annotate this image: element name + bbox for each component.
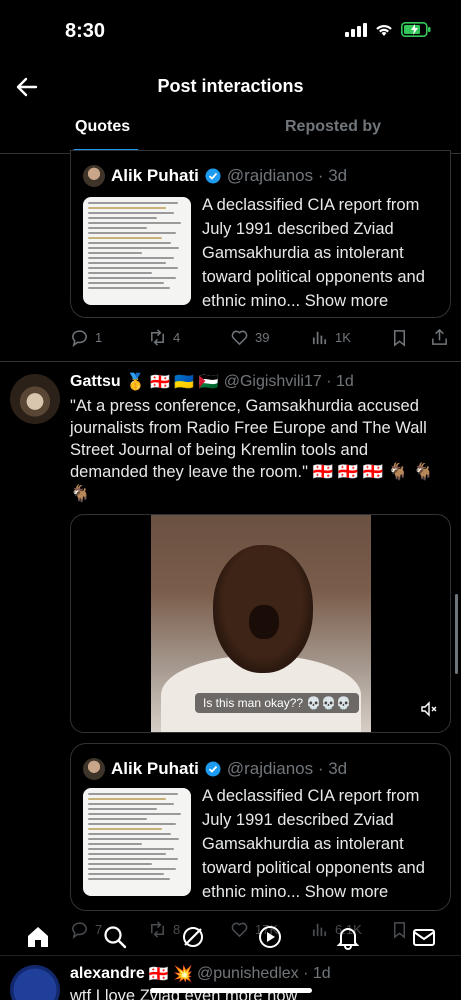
home-icon[interactable] [25,924,51,950]
quoted-post-card[interactable]: Alik Puhati @rajdianos · 3d A declassifi… [70,150,451,318]
media-play-icon[interactable] [257,924,283,950]
verified-badge-icon [205,168,221,184]
bookmark-button[interactable] [390,328,409,347]
share-icon [432,328,447,345]
author-name[interactable]: Gattsu [70,373,121,391]
messages-envelope-icon[interactable] [411,924,437,950]
bottom-nav [0,912,461,962]
document-thumbnail[interactable] [83,788,191,896]
video-caption: Is this man okay?? 💀💀💀 [195,693,360,713]
reply-icon [72,330,87,347]
status-bar: 8:30 [0,0,461,62]
battery-charging-icon [401,22,431,37]
share-button[interactable] [430,328,449,347]
author-handle: @punishedlex · 1d [197,965,331,982]
header: Post interactions [0,62,461,114]
signal-icon [345,22,367,37]
quoted-post-header: Alik Puhati @rajdianos · 3d [83,165,347,187]
repost-icon [151,329,164,346]
avatar[interactable] [83,758,105,780]
views-count: 1K [335,330,351,345]
tab-reposted-by[interactable]: Reposted by [285,118,381,136]
tabs: Quotes Reposted by [0,112,461,154]
status-icons [345,22,431,37]
quoted-post-card[interactable]: Alik Puhati @rajdianos · 3d A declassifi… [70,743,451,911]
page-title: Post interactions [157,76,304,96]
like-button[interactable]: 39 [230,328,269,347]
views-button[interactable]: 1K [310,328,351,347]
repost-button[interactable]: 4 [148,328,180,347]
grok-icon[interactable] [180,924,206,950]
post-header: alexandre 🇬🇪 💥 @punishedlex · 1d [70,964,331,984]
reply-button[interactable]: 1 [70,328,102,347]
author-handle: @Gigishvili17 · 1d [223,373,354,390]
quoted-post-text: A declassified CIA report from July 1991… [202,784,442,904]
post-text: "At a press conference, Gamsakhurdia acc… [70,397,434,503]
post-actions: 1 4 39 1K [70,328,450,352]
avatar[interactable] [83,165,105,187]
author-handle: @rajdianos · 3d [226,759,348,778]
wifi-icon [376,24,392,36]
avatar[interactable] [10,374,60,424]
quoted-post-text: A declassified CIA report from July 1991… [202,193,442,313]
tab-quotes[interactable]: Quotes [75,118,130,136]
mute-icon[interactable] [420,700,438,718]
author-handle: @rajdianos · 3d [226,166,348,185]
post-header: Gattsu 🥇 🇬🇪 🇺🇦 🇵🇸 @Gigishvili17 · 1d [70,372,354,392]
bookmark-icon [393,330,406,347]
author-name[interactable]: alexandre [70,965,145,983]
verified-badge-icon [205,761,221,777]
scrollbar[interactable] [455,594,458,674]
search-icon[interactable] [102,924,128,950]
home-indicator [150,988,312,993]
repost-count: 4 [173,330,181,345]
reply-count: 1 [95,330,103,345]
divider [0,361,461,362]
author-name[interactable]: Alik Puhati [111,166,199,186]
author-emoji: 🥇 🇬🇪 🇺🇦 🇵🇸 [125,374,219,391]
status-time: 8:30 [65,20,106,42]
author-name[interactable]: Alik Puhati [111,759,199,779]
views-icon [312,331,327,345]
show-more-link[interactable]: Show more [305,292,388,310]
video-frame[interactable]: Is this man okay?? 💀💀💀 [151,515,371,732]
avatar[interactable] [10,965,60,1000]
like-count: 39 [255,330,270,345]
author-emoji: 🇬🇪 💥 [148,966,194,983]
heart-icon [231,330,248,346]
show-more-link[interactable]: Show more [305,883,388,901]
video-player[interactable]: Is this man okay?? 💀💀💀 [70,514,451,733]
document-thumbnail[interactable] [83,197,191,305]
notifications-bell-icon[interactable] [335,924,361,950]
quoted-post-header: Alik Puhati @rajdianos · 3d [83,758,347,780]
